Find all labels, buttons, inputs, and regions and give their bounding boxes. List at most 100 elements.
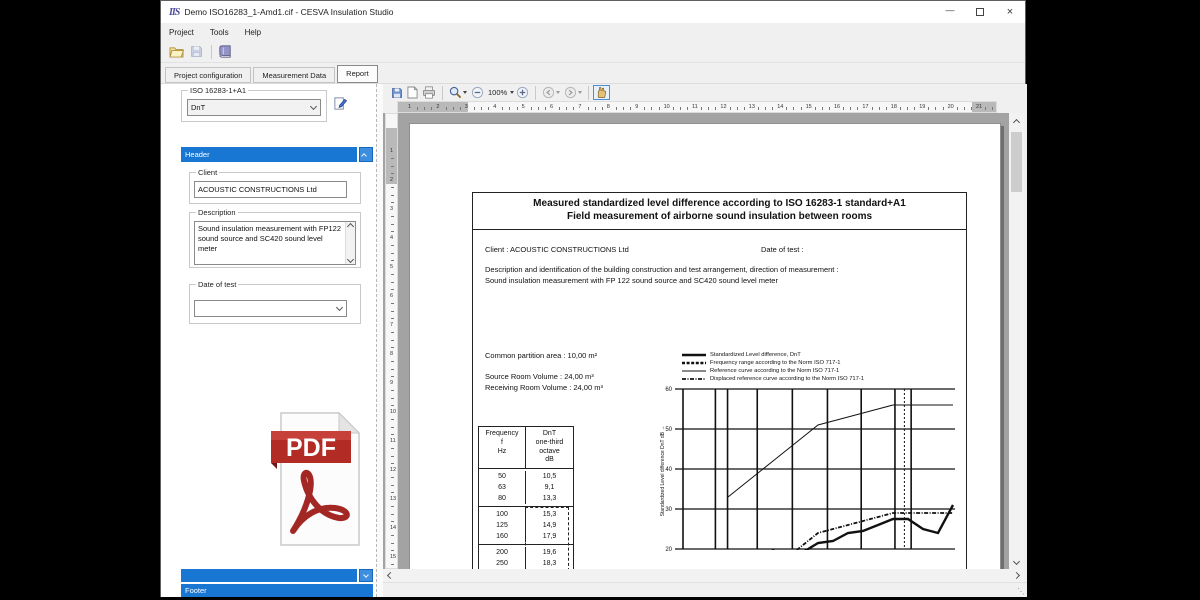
y-tick-label: 40 <box>665 467 672 473</box>
zoom-in-button[interactable] <box>514 85 531 100</box>
ruler-tick <box>886 107 887 110</box>
series-solid-thick <box>683 505 953 566</box>
description-scrollbar[interactable] <box>345 222 355 264</box>
manual-book-icon <box>218 45 232 58</box>
ruler-tick <box>391 405 394 406</box>
open-project-button[interactable] <box>167 44 185 60</box>
header-collapse-button[interactable] <box>359 147 373 162</box>
preview-viewport[interactable]: 123456789101112131415 Measured standardi… <box>383 113 1009 569</box>
footer-section-bar[interactable]: Footer <box>181 584 373 597</box>
window-title: Demo ISO16283_1-Amd1.cif - CESVA Insulat… <box>184 7 393 17</box>
content-area: ISO 16283-1+A1 DnT Header Client <box>161 84 1025 597</box>
ruler-tick <box>509 107 510 110</box>
collapsed-section-bar[interactable] <box>181 569 357 582</box>
table-row: 639,1 <box>479 482 573 493</box>
ruler-tick <box>538 107 539 110</box>
ruler-tick <box>391 398 394 399</box>
magnitude-select[interactable]: DnT <box>187 99 321 116</box>
table-header-dnt: DnT one-third octave dB <box>526 427 573 468</box>
vertical-scroll-thumb[interactable] <box>1011 132 1022 192</box>
table-group: 20019,625018,331519,2 <box>479 545 573 569</box>
nav-forward-button[interactable] <box>562 85 584 100</box>
ruler-tick <box>616 107 617 110</box>
nav-back-button[interactable] <box>540 85 562 100</box>
minimize-button[interactable]: — <box>935 1 965 23</box>
client-input[interactable]: ACOUSTIC CONSTRUCTIONS Ltd <box>194 181 347 198</box>
chevron-up-icon <box>1013 118 1020 125</box>
ruler-tick <box>391 289 394 290</box>
menu-item-help[interactable]: Help <box>245 28 261 37</box>
ruler-tick <box>391 260 394 261</box>
close-icon: × <box>1007 6 1013 18</box>
chevron-down-icon <box>363 572 369 578</box>
series-dash-dot <box>728 513 953 566</box>
description-label: Description <box>196 208 238 217</box>
edit-report-button[interactable] <box>333 96 348 116</box>
legend-label: Frequency range according to the Norm IS… <box>710 360 841 366</box>
ruler-number: 3 <box>390 206 393 212</box>
scroll-right-button[interactable] <box>1009 569 1024 582</box>
ruler-tick <box>815 107 816 110</box>
ruler-tick <box>928 107 929 110</box>
ruler-number: 12 <box>390 467 396 473</box>
header-section-bar[interactable]: Header <box>181 147 357 162</box>
ruler-tick <box>391 231 394 232</box>
ruler-tick <box>545 107 546 110</box>
document-description-line1: Description and identification of the bu… <box>485 265 839 274</box>
ruler-tick <box>715 107 716 110</box>
ruler-number: 2 <box>390 177 393 183</box>
scroll-left-button[interactable] <box>383 569 398 582</box>
forward-circle-icon <box>564 86 577 99</box>
ruler-tick <box>531 107 532 110</box>
date-select[interactable] <box>194 300 347 317</box>
page-setup-button[interactable] <box>405 85 420 100</box>
help-manual-button[interactable] <box>216 44 234 60</box>
vertical-scrollbar[interactable] <box>1009 113 1024 569</box>
dnt-cell: 9,1 <box>526 482 573 493</box>
scroll-up-button[interactable] <box>1009 113 1024 128</box>
magnifier-icon <box>449 86 462 99</box>
menu-item-project[interactable]: Project <box>169 28 194 37</box>
table-row: 5010,5 <box>479 471 573 482</box>
document-partition-area: Common partition area : 10,00 m² <box>485 351 597 360</box>
tab-measurement-data[interactable]: Measurement Data <box>253 67 335 83</box>
ruler-number: 11 <box>692 104 698 110</box>
ruler-tick <box>417 107 418 110</box>
report-preview-panel: 100% <box>383 84 1027 597</box>
sidebar-scrollbar[interactable] <box>376 84 383 597</box>
title-bar[interactable]: IIS Demo ISO16283_1-Amd1.cif - CESVA Ins… <box>161 1 1025 23</box>
blank-page-icon <box>407 86 418 99</box>
scroll-down-button[interactable] <box>1009 554 1024 569</box>
hand-tool-button[interactable] <box>593 85 610 100</box>
ruler-tick <box>391 485 394 486</box>
tab-project-configuration[interactable]: Project configuration <box>165 67 251 83</box>
horizontal-scrollbar[interactable] <box>383 569 1024 582</box>
save-project-button[interactable] <box>187 44 205 60</box>
ruler-tick <box>900 107 901 110</box>
ruler-tick <box>765 107 766 110</box>
zoom-tool-button[interactable] <box>447 85 469 100</box>
ruler-tick <box>943 107 944 110</box>
collapsed-section-button[interactable] <box>359 569 373 582</box>
ruler-tick <box>822 107 823 110</box>
tab-report[interactable]: Report <box>337 65 378 83</box>
export-pdf-button[interactable]: PDF <box>259 409 366 556</box>
close-button[interactable]: × <box>995 1 1025 23</box>
maximize-button[interactable] <box>965 1 995 23</box>
zoom-out-button[interactable] <box>469 85 486 100</box>
client-groupbox: Client ACOUSTIC CONSTRUCTIONS Ltd <box>189 172 361 204</box>
ruler-tick <box>391 195 394 196</box>
report-save-button[interactable] <box>389 85 405 100</box>
resize-grip[interactable]: ⋱ <box>1017 587 1025 596</box>
menu-item-tools[interactable]: Tools <box>210 28 229 37</box>
description-textarea[interactable]: Sound insulation measurement with FP122 … <box>194 221 356 265</box>
report-sidebar: ISO 16283-1+A1 DnT Header Client <box>161 84 383 597</box>
ruler-tick <box>391 202 394 203</box>
ruler-tick <box>391 274 394 275</box>
ruler-tick <box>992 107 993 110</box>
ruler-tick <box>391 173 394 174</box>
zoom-level-value[interactable]: 100% <box>488 88 507 97</box>
print-button[interactable] <box>420 85 438 100</box>
ruler-tick <box>573 107 574 110</box>
ruler-number: 15 <box>806 104 812 110</box>
